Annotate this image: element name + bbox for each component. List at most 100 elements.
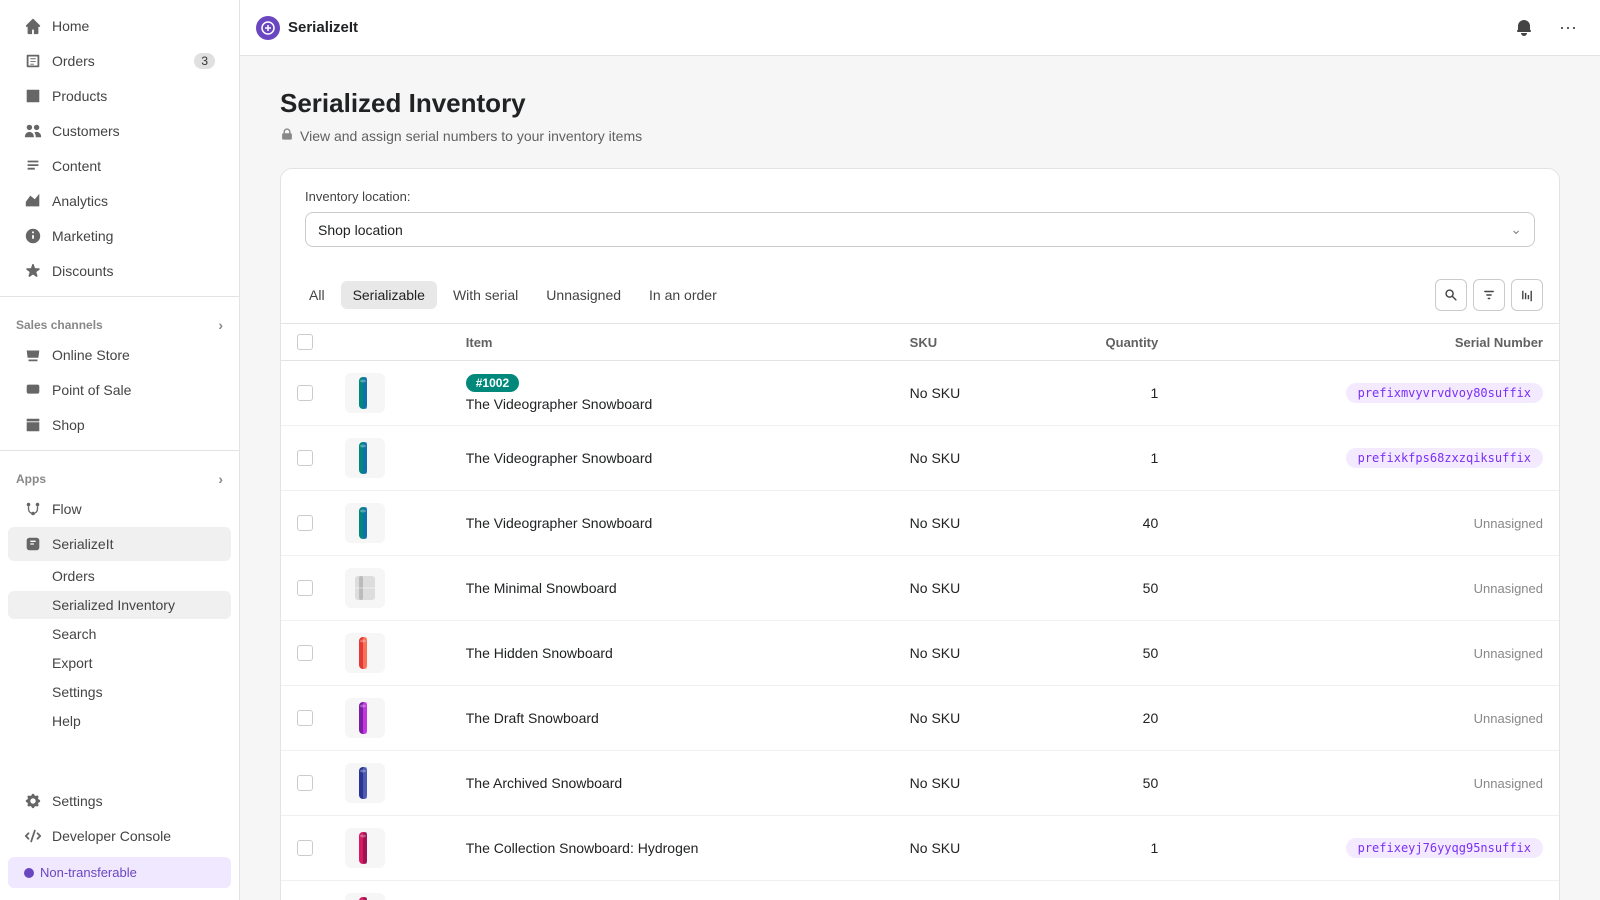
row-quantity-cell: 1	[1032, 361, 1174, 426]
row-checkbox[interactable]	[297, 840, 313, 856]
sidebar-item-analytics[interactable]: Analytics	[8, 184, 231, 218]
table-row[interactable]: The Collection Snowboard: HydrogenNo SKU…	[281, 881, 1559, 900]
table-row[interactable]: The Videographer SnowboardNo SKU1prefixk…	[281, 426, 1559, 491]
non-transferable-label: Non-transferable	[40, 865, 137, 880]
sidebar-item-marketing-label: Marketing	[52, 228, 113, 244]
row-checkbox[interactable]	[297, 515, 313, 531]
analytics-icon	[24, 192, 42, 210]
shop-icon	[24, 416, 42, 434]
table-row[interactable]: The Collection Snowboard: HydrogenNo SKU…	[281, 816, 1559, 881]
table-row[interactable]: The Videographer SnowboardNo SKU40Unnasi…	[281, 491, 1559, 556]
discounts-icon	[24, 262, 42, 280]
sidebar-item-analytics-label: Analytics	[52, 193, 108, 209]
sidebar: Home Orders 3 Products Customers Conte	[0, 0, 240, 900]
row-serial-cell: prefixeyj76yyqg95nsuffix	[1174, 816, 1559, 881]
marketing-icon	[24, 227, 42, 245]
settings-icon	[24, 792, 42, 810]
sidebar-item-marketing[interactable]: Marketing	[8, 219, 231, 253]
row-quantity-cell: 1	[1032, 426, 1174, 491]
tab-in-an-order[interactable]: In an order	[637, 281, 729, 309]
search-filter-button[interactable]	[1435, 279, 1467, 311]
item-name: The Videographer Snowboard	[466, 396, 878, 412]
sidebar-item-pos-label: Point of Sale	[52, 382, 131, 398]
item-thumbnail	[345, 633, 385, 673]
tab-with-serial[interactable]: With serial	[441, 281, 530, 309]
table-row[interactable]: The Archived SnowboardNo SKU50Unnasigned	[281, 751, 1559, 816]
notification-button[interactable]	[1508, 12, 1540, 44]
row-thumb-cell	[329, 816, 450, 881]
more-menu-button[interactable]: ···	[1552, 12, 1584, 44]
row-sku-cell: No SKU	[894, 556, 1032, 621]
sidebar-sub-serialized-inventory[interactable]: Serialized Inventory	[8, 591, 231, 619]
table-row[interactable]: #1002 The Videographer Snowboard No SKU1 pr…	[281, 361, 1559, 426]
sidebar-item-orders[interactable]: Orders 3	[8, 44, 231, 78]
row-item-cell: The Videographer Snowboard	[450, 426, 894, 491]
sidebar-item-content[interactable]: Content	[8, 149, 231, 183]
sidebar-sub-help-label: Help	[52, 713, 81, 729]
sidebar-item-shop[interactable]: Shop	[8, 408, 231, 442]
row-checkbox[interactable]	[297, 450, 313, 466]
topbar-logo: SerializeIt	[256, 16, 358, 40]
sidebar-item-content-label: Content	[52, 158, 101, 174]
sidebar-sub-export[interactable]: Export	[8, 649, 231, 677]
sidebar-item-discounts[interactable]: Discounts	[8, 254, 231, 288]
row-sku-cell: No SKU	[894, 621, 1032, 686]
sales-channels-header[interactable]: Sales channels ›	[0, 305, 239, 337]
serial-number-badge: prefixmvyvrvdvoy80suffix	[1346, 383, 1543, 403]
row-quantity-cell: 50	[1032, 621, 1174, 686]
location-section: Inventory location: Shop location ⌄	[281, 169, 1559, 267]
sidebar-item-online-store[interactable]: Online Store	[8, 338, 231, 372]
row-quantity-cell: 20	[1032, 686, 1174, 751]
unassigned-text: Unnasigned	[1474, 711, 1543, 726]
tab-serializable[interactable]: Serializable	[341, 281, 437, 309]
sidebar-item-customers[interactable]: Customers	[8, 114, 231, 148]
item-thumbnail	[345, 893, 385, 900]
location-select[interactable]: Shop location ⌄	[305, 212, 1535, 247]
row-sku-cell: No SKU	[894, 881, 1032, 900]
unassigned-text: Unnasigned	[1474, 646, 1543, 661]
sidebar-item-point-of-sale[interactable]: Point of Sale	[8, 373, 231, 407]
sidebar-sub-orders[interactable]: Orders	[8, 562, 231, 590]
row-sku-cell: No SKU	[894, 426, 1032, 491]
sidebar-item-home[interactable]: Home	[8, 9, 231, 43]
row-checkbox-cell	[281, 361, 329, 426]
chevron-right-icon: ›	[218, 317, 223, 333]
sidebar-item-serializeit[interactable]: SerializeIt	[8, 527, 231, 561]
tab-all[interactable]: All	[297, 281, 337, 309]
select-all-checkbox[interactable]	[297, 334, 313, 350]
orders-badge: 3	[194, 53, 215, 69]
sidebar-sub-search[interactable]: Search	[8, 620, 231, 648]
sidebar-item-developer-console[interactable]: Developer Console	[8, 819, 231, 853]
row-checkbox[interactable]	[297, 385, 313, 401]
row-sku-cell: No SKU	[894, 361, 1032, 426]
item-name: The Hidden Snowboard	[466, 645, 878, 661]
row-item-cell: The Hidden Snowboard	[450, 621, 894, 686]
sidebar-sub-help[interactable]: Help	[8, 707, 231, 735]
sidebar-sub-settings[interactable]: Settings	[8, 678, 231, 706]
row-checkbox[interactable]	[297, 775, 313, 791]
sidebar-nav: Home Orders 3 Products Customers Conte	[0, 0, 239, 744]
sidebar-item-home-label: Home	[52, 18, 89, 34]
row-checkbox[interactable]	[297, 710, 313, 726]
row-checkbox-cell	[281, 426, 329, 491]
row-checkbox[interactable]	[297, 645, 313, 661]
sidebar-item-settings[interactable]: Settings	[8, 784, 231, 818]
table-row[interactable]: The Draft SnowboardNo SKU20Unnasigned	[281, 686, 1559, 751]
apps-header[interactable]: Apps ›	[0, 459, 239, 491]
row-item-cell: #1002 The Videographer Snowboard	[450, 361, 894, 426]
table-row[interactable]: The Minimal SnowboardNo SKU50Unnasigned	[281, 556, 1559, 621]
sidebar-item-dev-console-label: Developer Console	[52, 828, 171, 844]
sidebar-item-products[interactable]: Products	[8, 79, 231, 113]
tab-unassigned[interactable]: Unnasigned	[534, 281, 633, 309]
sidebar-item-flow[interactable]: Flow	[8, 492, 231, 526]
sort-button[interactable]	[1511, 279, 1543, 311]
row-serial-cell: Unnasigned	[1174, 881, 1559, 900]
filter-options-button[interactable]	[1473, 279, 1505, 311]
row-serial-cell: Unnasigned	[1174, 751, 1559, 816]
item-badge: #1002	[466, 374, 519, 392]
item-name: The Archived Snowboard	[466, 775, 878, 791]
table-row[interactable]: The Hidden Snowboard No SKU50 Unnasigned	[281, 621, 1559, 686]
row-checkbox[interactable]	[297, 580, 313, 596]
main-content: SerializeIt ··· Serialized Inventory Vie…	[240, 0, 1600, 900]
item-thumbnail	[345, 503, 385, 543]
